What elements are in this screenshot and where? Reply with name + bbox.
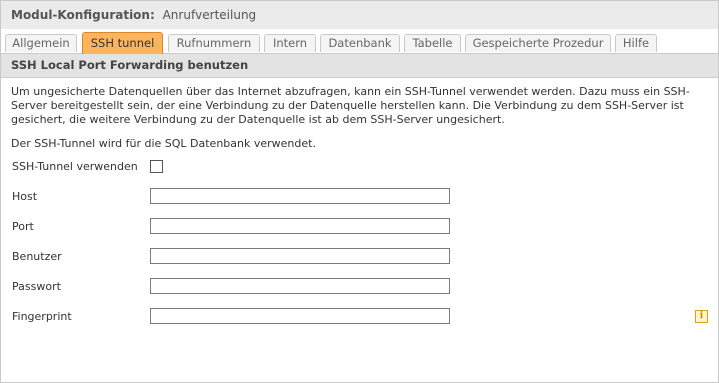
use-tunnel-checkbox[interactable] — [150, 160, 163, 173]
tab-rufnummern[interactable]: Rufnummern — [168, 34, 260, 52]
fingerprint-label: Fingerprint — [12, 310, 72, 323]
port-input[interactable] — [150, 218, 450, 234]
tab-intern[interactable]: Intern — [264, 34, 316, 52]
info-icon[interactable]: i — [695, 310, 708, 323]
tab-bar: Allgemein SSH tunnel Rufnummern Intern D… — [1, 29, 718, 54]
user-input[interactable] — [150, 248, 450, 264]
fingerprint-input[interactable] — [150, 308, 450, 324]
section-description: Um ungesicherte Datenquellen über das In… — [11, 85, 690, 126]
host-input[interactable] — [150, 188, 450, 204]
module-header: Modul-Konfiguration: Anrufverteilung — [1, 1, 718, 29]
port-label: Port — [12, 220, 34, 233]
module-header-value: Anrufverteilung — [162, 8, 257, 22]
tab-ssh-tunnel[interactable]: SSH tunnel — [82, 32, 163, 54]
section-note: Der SSH-Tunnel wird für die SQL Datenban… — [11, 137, 316, 150]
module-header-label: Modul-Konfiguration: — [11, 8, 155, 22]
password-input[interactable] — [150, 278, 450, 294]
host-label: Host — [12, 190, 38, 203]
tab-gespeicherte-prozedur[interactable]: Gespeicherte Prozedur — [465, 34, 611, 52]
tab-allgemein[interactable]: Allgemein — [5, 34, 77, 52]
section-content: Um ungesicherte Datenquellen über das In… — [1, 78, 718, 151]
section-title: SSH Local Port Forwarding benutzen — [1, 54, 718, 78]
user-label: Benutzer — [12, 250, 62, 263]
password-label: Passwort — [12, 280, 61, 293]
tab-datenbank[interactable]: Datenbank — [320, 34, 400, 52]
tab-tabelle[interactable]: Tabelle — [404, 34, 461, 52]
module-config-window: Modul-Konfiguration: Anrufverteilung All… — [0, 0, 719, 383]
tab-hilfe[interactable]: Hilfe — [615, 34, 657, 52]
use-tunnel-label: SSH-Tunnel verwenden — [12, 160, 138, 173]
